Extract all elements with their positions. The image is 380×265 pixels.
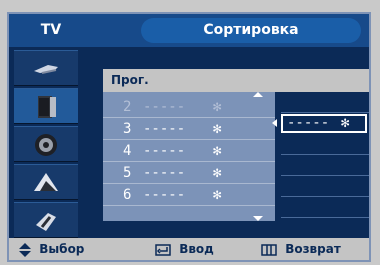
tv-set-icon <box>38 96 56 118</box>
input-icon <box>36 213 56 231</box>
program-row-6[interactable]: 6 ----- ✻ <box>103 185 275 206</box>
star-icon: ✻ <box>213 143 222 159</box>
star-icon: ✻ <box>213 187 222 203</box>
target-row <box>281 197 369 218</box>
target-row <box>281 134 369 155</box>
antenna-icon <box>34 65 58 74</box>
menu-header: TV Сортировка <box>9 14 369 47</box>
target-row <box>281 176 369 197</box>
sidebar-item-tv[interactable] <box>14 88 78 124</box>
up-down-arrows-icon <box>19 242 31 257</box>
sidebar-item-antenna[interactable] <box>14 50 78 86</box>
help-bar: Выбор Ввод Возврат <box>9 238 369 260</box>
selected-target-slot[interactable]: ----- ✻ <box>281 114 367 133</box>
move-left-icon[interactable] <box>272 119 277 127</box>
sidebar-item-sound[interactable] <box>14 126 78 162</box>
sidebar-item-setup[interactable] <box>14 164 78 200</box>
program-row-4[interactable]: 4 ----- ✻ <box>103 141 275 162</box>
return-hint: Возврат <box>261 238 341 260</box>
return-icon <box>261 243 277 256</box>
program-column-header: Прог. <box>103 69 369 92</box>
speaker-icon <box>35 134 57 156</box>
scroll-down-icon[interactable] <box>253 216 263 221</box>
target-row <box>281 155 369 176</box>
program-row-2[interactable]: 2 ----- ✻ <box>103 97 275 118</box>
program-list[interactable]: 2 ----- ✻ 3 ----- ✻ 4 ----- ✻ 5 ----- ✻ … <box>103 92 275 221</box>
sidebar <box>14 50 78 242</box>
sort-panel: Прог. 2 ----- ✻ 3 ----- ✻ 4 ----- ✻ 5 --… <box>103 69 369 221</box>
star-icon: ✻ <box>213 165 222 181</box>
tv-osd-menu: TV Сортировка Прог. 2 ----- ✻ 3 ----- ✻ … <box>7 12 371 262</box>
star-icon: ✻ <box>213 121 222 137</box>
page-title: Сортировка <box>141 18 361 43</box>
menu-category-title: TV <box>40 22 62 38</box>
sidebar-item-input[interactable] <box>14 202 78 238</box>
select-hint: Выбор <box>19 238 84 260</box>
program-row-5[interactable]: 5 ----- ✻ <box>103 163 275 184</box>
move-target-column <box>281 92 369 221</box>
star-icon: ✻ <box>213 99 222 115</box>
star-icon: ✻ <box>341 115 350 131</box>
setup-icon <box>34 173 58 191</box>
program-row-3[interactable]: 3 ----- ✻ <box>103 119 275 140</box>
enter-hint: Ввод <box>155 238 214 260</box>
target-row <box>281 92 369 113</box>
enter-icon <box>155 243 171 256</box>
